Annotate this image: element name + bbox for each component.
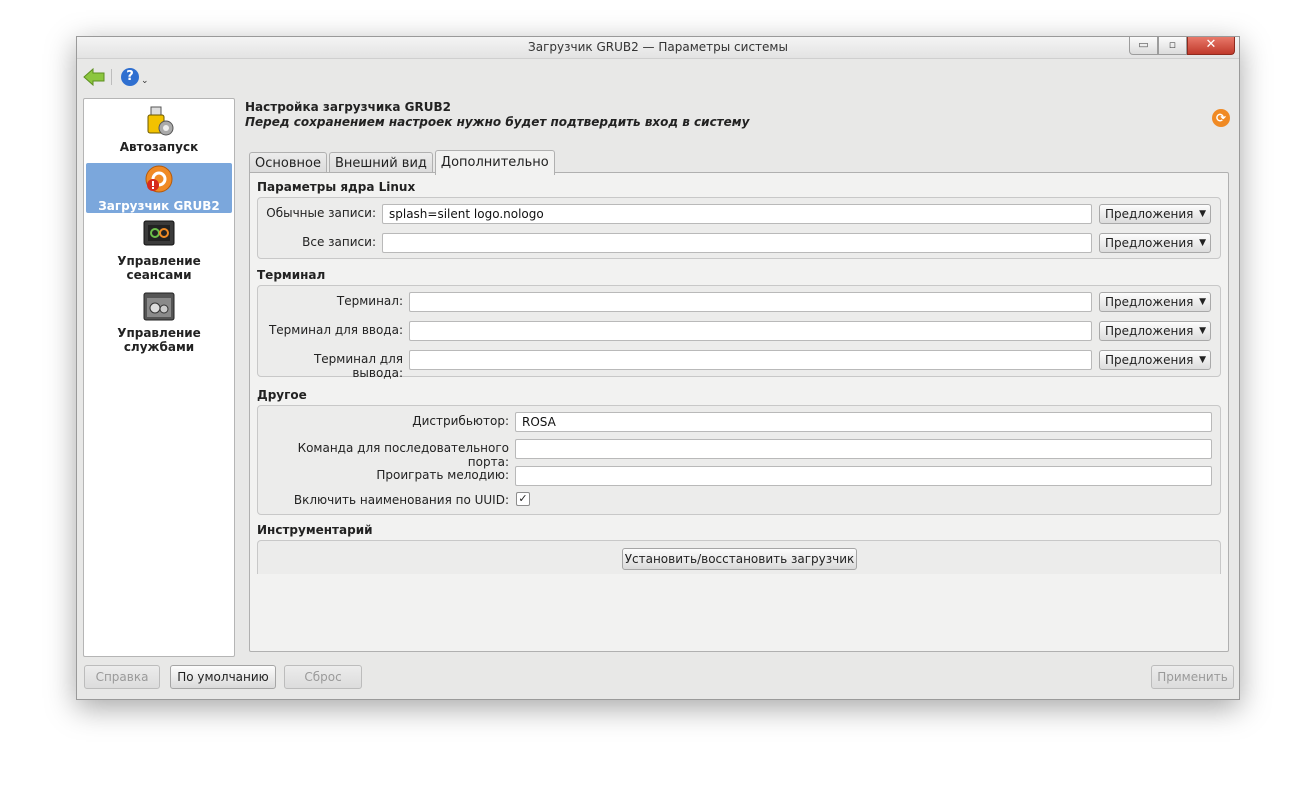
suggestions-label: Предложения [1105, 295, 1194, 309]
tab-bar: Основное Внешний вид Дополнительно [249, 150, 557, 175]
sidebar-item-services[interactable]: Управление службами [86, 291, 232, 357]
terminal-output-suggestions-button[interactable]: Предложения ▼ [1099, 350, 1211, 370]
sidebar-item-autostart[interactable]: Автозапуск [86, 105, 232, 157]
distributor-label: Дистрибьютор: [412, 414, 509, 428]
usb-drive-gear-icon [143, 105, 175, 137]
page-subtitle: Перед сохранением настроек нужно будет п… [245, 115, 750, 129]
minimize-icon: ▭ [1138, 38, 1149, 51]
suggestions-label: Предложения [1105, 353, 1194, 367]
grub-boot-icon [143, 164, 175, 196]
uuid-checkbox[interactable]: ✓ [516, 492, 530, 506]
services-gears-icon [143, 291, 175, 323]
uuid-label: Включить наименования по UUID: [293, 493, 509, 507]
chevron-down-icon[interactable]: ⌄ [141, 76, 149, 86]
other-section-title: Другое [257, 388, 307, 402]
apply-button[interactable]: Применить [1151, 665, 1234, 689]
close-button[interactable]: ✕ [1187, 37, 1235, 55]
other-group: Дистрибьютор: ROSA Команда для последова… [257, 405, 1221, 515]
tab-advanced[interactable]: Дополнительно [434, 150, 555, 175]
terminal-suggestions-button[interactable]: Предложения ▼ [1099, 292, 1211, 312]
terminal-output-field[interactable] [409, 350, 1092, 370]
system-settings-window: Загрузчик GRUB2 — Параметры системы ▭ ▫ … [76, 36, 1240, 700]
suggestions-label: Предложения [1105, 236, 1194, 250]
reset-button[interactable]: Сброс [284, 665, 362, 689]
maximize-button[interactable]: ▫ [1158, 37, 1187, 55]
sidebar-item-grub2[interactable]: Загрузчик GRUB2 [86, 163, 232, 213]
all-entries-input[interactable] [382, 233, 1092, 253]
terminal-group: Терминал: Предложения ▼ Терминал для ввод… [257, 285, 1221, 380]
play-tune-input[interactable] [515, 466, 1212, 486]
advanced-panel: Параметры ядра Linux Обычные записи: spl… [249, 172, 1229, 652]
all-entries-label: Все записи: [302, 235, 376, 249]
chevron-down-icon: ▼ [1199, 355, 1206, 365]
chevron-down-icon: ▼ [1199, 209, 1206, 219]
minimize-button[interactable]: ▭ [1129, 37, 1158, 55]
distributor-input[interactable]: ROSA [515, 412, 1212, 432]
kernel-group: Обычные записи: splash=silent logo.nolog… [257, 197, 1221, 259]
window-title: Загрузчик GRUB2 — Параметры системы [528, 40, 788, 54]
tab-appearance[interactable]: Внешний вид [328, 152, 433, 174]
defaults-button[interactable]: По умолчанию [170, 665, 276, 689]
all-entries-suggestions-button[interactable]: Предложения ▼ [1099, 233, 1211, 253]
toolbar-separator [111, 69, 112, 85]
tools-group: Установить/восстановить загрузчик [257, 540, 1221, 574]
back-arrow-icon[interactable] [83, 67, 105, 87]
sidebar-item-sessions[interactable]: Управление сеансами [86, 219, 232, 285]
tools-section-title: Инструментарий [257, 523, 373, 537]
sidebar-item-label: Загрузчик GRUB2 [98, 199, 220, 213]
play-tune-label: Проиграть мелодию: [376, 468, 509, 482]
terminal-output-label: Терминал для вывода: [313, 352, 403, 380]
terminal-section-title: Терминал [257, 268, 326, 282]
terminal-input[interactable] [409, 292, 1092, 312]
terminal-label: Терминал: [336, 294, 403, 308]
chevron-down-icon: ▼ [1199, 297, 1206, 307]
sidebar-item-label: Управление сеансами [117, 254, 201, 282]
serial-command-label: Команда для последовательного порта: [297, 441, 509, 469]
kernel-section-title: Параметры ядра Linux [257, 180, 416, 194]
sidebar-item-label: Управление службами [117, 326, 201, 354]
chevron-down-icon: ▼ [1199, 238, 1206, 248]
suggestions-label: Предложения [1105, 207, 1194, 221]
suggestions-label: Предложения [1105, 324, 1194, 338]
maximize-icon: ▫ [1168, 38, 1177, 51]
terminal-input-label: Терминал для ввода: [268, 323, 403, 337]
chevron-down-icon: ▼ [1199, 326, 1206, 336]
session-power-icon [143, 219, 175, 251]
normal-entries-suggestions-button[interactable]: Предложения ▼ [1099, 204, 1211, 224]
terminal-input-field[interactable] [409, 321, 1092, 341]
refresh-icon[interactable]: ⟳ [1212, 109, 1230, 127]
sidebar-item-label: Автозапуск [119, 140, 199, 154]
normal-entries-input[interactable]: splash=silent logo.nologo [382, 204, 1092, 224]
normal-entries-label: Обычные записи: [266, 206, 376, 220]
page-title: Настройка загрузчика GRUB2 [245, 100, 451, 114]
tab-basic[interactable]: Основное [249, 152, 327, 174]
close-icon: ✕ [1205, 37, 1217, 52]
window-controls: ▭ ▫ ✕ [1129, 37, 1235, 55]
checkmark-icon: ✓ [518, 492, 528, 505]
title-bar[interactable]: Загрузчик GRUB2 — Параметры системы ▭ ▫ … [77, 37, 1239, 59]
help-icon[interactable]: ? [121, 68, 139, 86]
serial-command-input[interactable] [515, 439, 1212, 459]
install-bootloader-button[interactable]: Установить/восстановить загрузчик [622, 548, 857, 570]
help-button[interactable]: Справка [84, 665, 160, 689]
toolbar: ? ⌄ [83, 65, 149, 89]
terminal-input-suggestions-button[interactable]: Предложения ▼ [1099, 321, 1211, 341]
sidebar: Автозапуск Загрузчик GRUB2 Управление се… [83, 98, 235, 657]
